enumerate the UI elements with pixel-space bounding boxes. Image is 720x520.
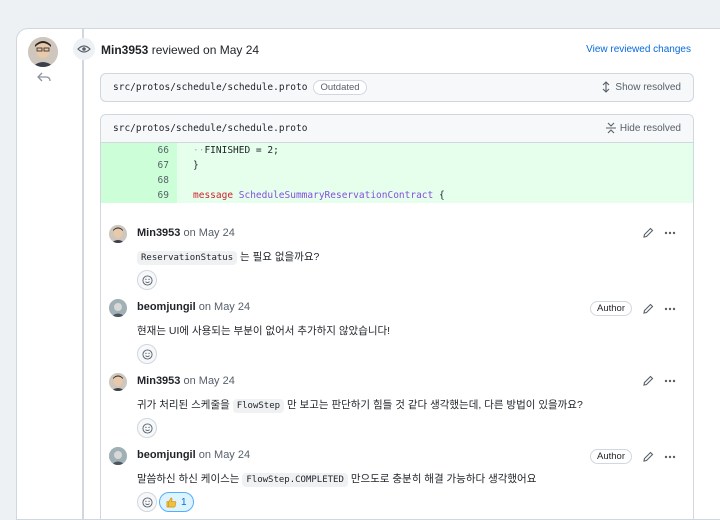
comment: beomjungil on May 24 Author 말씀하신 하신 케이스는… <box>109 447 684 517</box>
smiley-icon <box>141 496 153 508</box>
line-number: 69 <box>101 188 177 203</box>
show-resolved-label: Show resolved <box>615 81 681 93</box>
outdated-file-header: src/protos/schedule/schedule.proto Outda… <box>100 73 694 102</box>
line-number: 67 <box>101 158 177 173</box>
resolved-file-thread: src/protos/schedule/schedule.proto Hide … <box>100 114 694 519</box>
outdated-badge: Outdated <box>313 80 367 95</box>
hide-resolved-label: Hide resolved <box>619 122 681 134</box>
add-reaction-button[interactable] <box>137 492 157 512</box>
smiley-icon <box>141 348 153 360</box>
hide-resolved-button[interactable]: Hide resolved <box>605 122 681 134</box>
reply-icon[interactable] <box>37 71 51 83</box>
code-text: } <box>193 160 199 171</box>
comment-date[interactable]: on May 24 <box>199 449 250 461</box>
code-text: FINISHED = 2; <box>204 145 279 156</box>
thumbs-up-reaction[interactable]: 1 <box>159 492 194 512</box>
file-path[interactable]: src/protos/schedule/schedule.proto <box>113 123 307 134</box>
file-path[interactable]: src/protos/schedule/schedule.proto <box>113 82 307 93</box>
smiley-icon <box>141 422 153 434</box>
avatar[interactable] <box>109 299 127 317</box>
author-badge: Author <box>590 301 632 316</box>
comment: beomjungil on May 24 Author 현재는 UI에 사용되는… <box>109 299 684 369</box>
inline-code: ReservationStatus <box>137 251 238 265</box>
comment-body: ReservationStatus 는 필요 없을까요? <box>137 249 319 265</box>
author-badge: Author <box>590 449 632 464</box>
pencil-icon[interactable] <box>642 451 654 463</box>
kebab-icon[interactable] <box>664 307 676 311</box>
smiley-icon <box>141 274 153 286</box>
unfold-icon <box>603 81 610 93</box>
comment-date[interactable]: on May 24 <box>183 227 234 239</box>
pencil-icon[interactable] <box>642 303 654 315</box>
comment-author[interactable]: beomjungil <box>137 449 196 461</box>
view-reviewed-changes-link[interactable]: View reviewed changes <box>586 44 691 55</box>
code-line: 68 <box>101 173 693 188</box>
inline-code: FlowStep.COMPLETED <box>242 473 348 487</box>
kebab-icon[interactable] <box>664 455 676 459</box>
comment: Min3953 on May 24 귀가 처리된 스케줄을 FlowStep 만… <box>109 373 684 443</box>
comment: Min3953 on May 24 ReservationStatus 는 필요… <box>109 225 684 295</box>
pencil-icon[interactable] <box>642 375 654 387</box>
comment-date[interactable]: on May 24 <box>183 375 234 387</box>
kebab-icon[interactable] <box>664 231 676 235</box>
comment-author[interactable]: Min3953 <box>137 375 180 387</box>
comment-body: 귀가 처리된 스케줄을 FlowStep 만 보고는 판단하기 힘들 것 같다 … <box>137 399 583 413</box>
code-line: 69 message ScheduleSummaryReservationCon… <box>101 188 693 203</box>
review-header: Min3953 reviewed on May 24 <box>101 43 259 57</box>
add-reaction-button[interactable] <box>137 418 157 438</box>
comment-body: 말씀하신 하신 케이스는 FlowStep.COMPLETED 만으도로 충분히… <box>137 473 537 487</box>
show-resolved-button[interactable]: Show resolved <box>601 81 681 93</box>
comment-date[interactable]: on May 24 <box>199 301 250 313</box>
code-snippet: 66 ··FINISHED = 2; 67 } 68 69 message Sc… <box>101 143 693 203</box>
line-number: 66 <box>101 143 177 158</box>
review-user[interactable]: Min3953 <box>101 43 148 57</box>
code-text: message ScheduleSummaryReservationContra… <box>193 190 445 201</box>
avatar[interactable] <box>109 373 127 391</box>
pencil-icon[interactable] <box>642 227 654 239</box>
comment-author[interactable]: Min3953 <box>137 227 180 239</box>
eye-icon <box>73 38 95 60</box>
code-line: 66 ··FINISHED = 2; <box>101 143 693 158</box>
review-card: Min3953 reviewed on May 24 View reviewed… <box>16 28 720 520</box>
review-action: reviewed on May 24 <box>151 43 260 57</box>
timeline-line <box>82 29 84 519</box>
add-reaction-button[interactable] <box>137 344 157 364</box>
line-number: 68 <box>101 173 177 188</box>
avatar[interactable] <box>109 447 127 465</box>
avatar[interactable] <box>28 37 58 67</box>
inline-code: FlowStep <box>232 399 285 413</box>
thumbs-up-icon <box>166 497 177 507</box>
comment-author[interactable]: beomjungil <box>137 301 196 313</box>
kebab-icon[interactable] <box>664 379 676 383</box>
reaction-count: 1 <box>181 496 187 508</box>
add-reaction-button[interactable] <box>137 270 157 290</box>
code-line: 67 } <box>101 158 693 173</box>
avatar[interactable] <box>109 225 127 243</box>
comment-body: 현재는 UI에 사용되는 부분이 없어서 추가하지 않았습니다! <box>137 325 391 337</box>
fold-icon <box>605 122 616 134</box>
